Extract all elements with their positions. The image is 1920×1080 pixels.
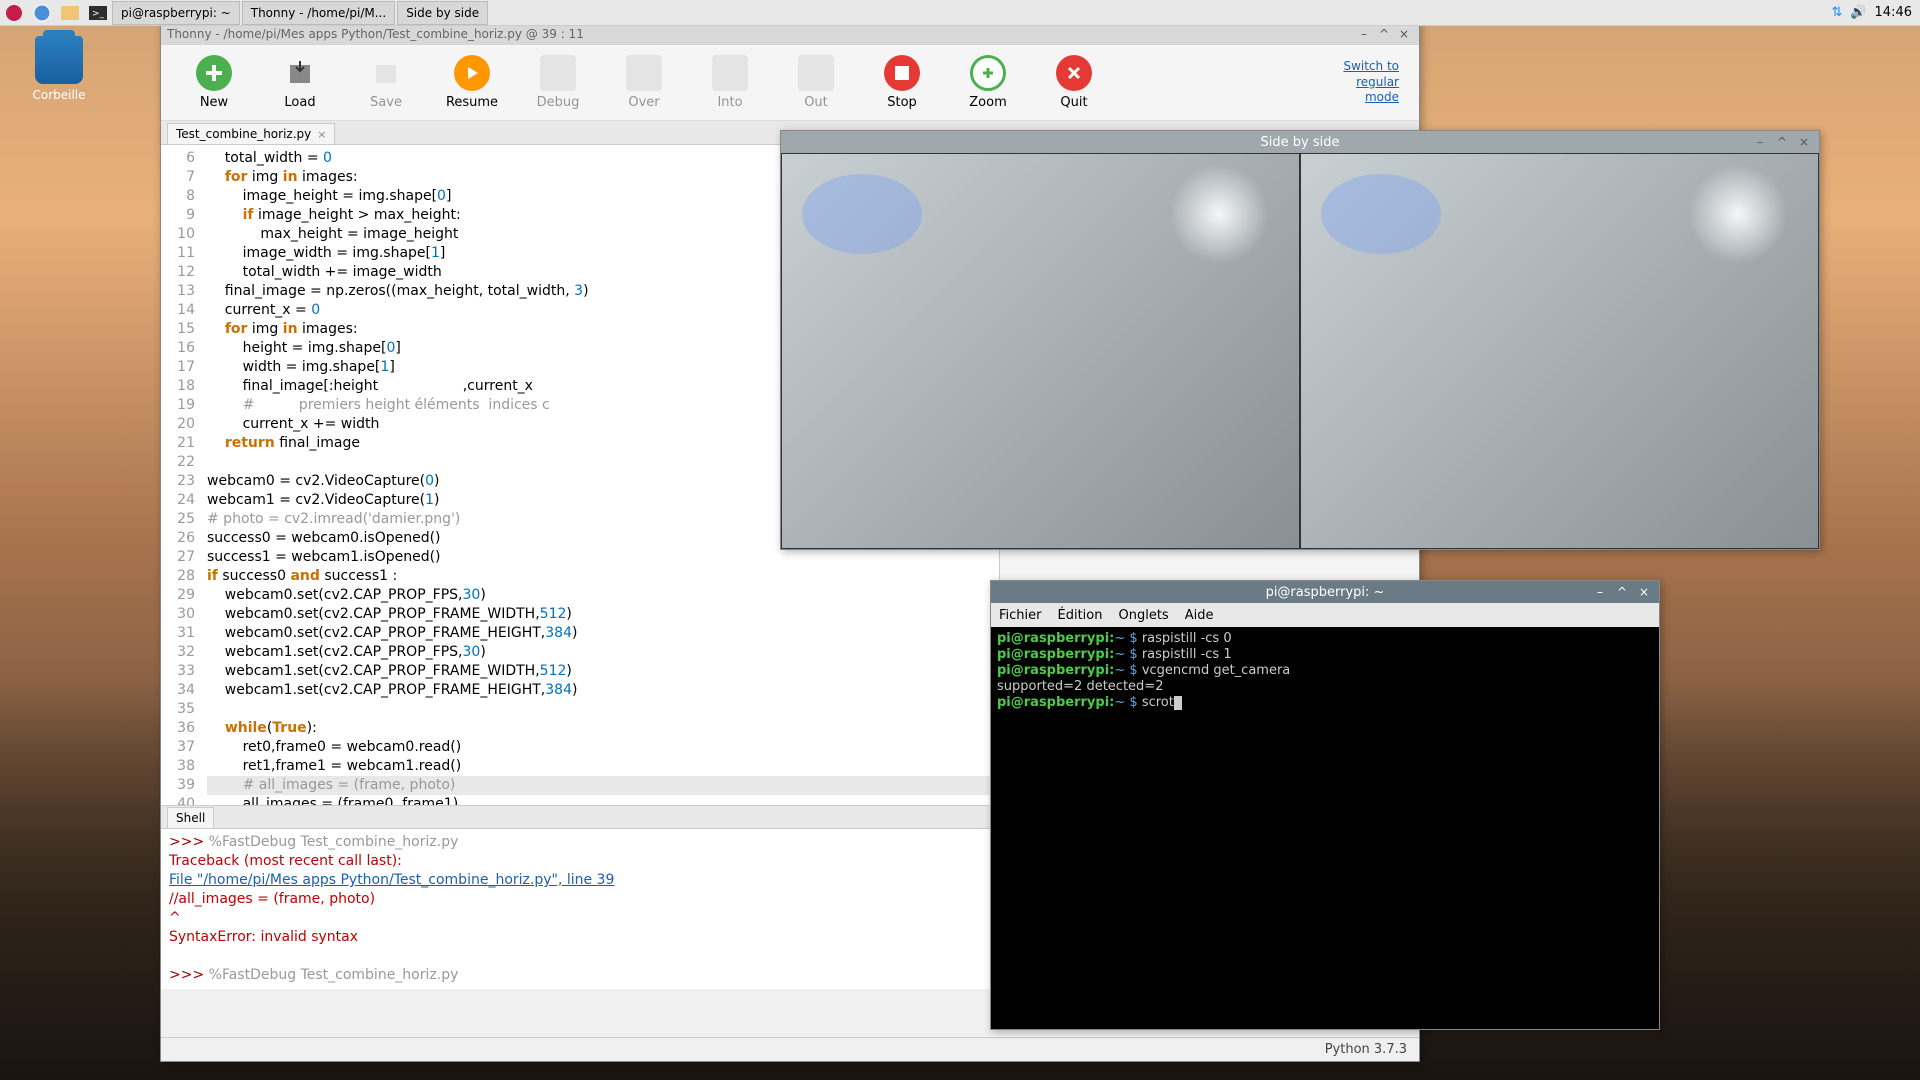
trash-desktop-icon[interactable]: Corbeille <box>24 36 94 102</box>
taskbar-app-sidebyside[interactable]: Side by side <box>397 1 488 25</box>
menu-tabs[interactable]: Onglets <box>1118 608 1168 623</box>
maximize-button[interactable]: ^ <box>1375 26 1393 42</box>
into-button: Into <box>687 49 773 117</box>
zoom-button[interactable]: Zoom <box>945 49 1031 117</box>
terminal-title: pi@raspberrypi: ~ <box>1266 585 1385 600</box>
sbs-minimize-button[interactable]: – <box>1751 134 1769 150</box>
quit-button[interactable]: Quit <box>1031 49 1117 117</box>
save-button: Save <box>343 49 429 117</box>
sidebyside-title: Side by side <box>1261 135 1340 150</box>
menu-icon[interactable] <box>2 1 26 25</box>
terminal-cursor <box>1174 696 1182 710</box>
trash-label: Corbeille <box>24 88 94 102</box>
tab-close-icon[interactable]: × <box>317 128 326 141</box>
line-gutter: 6789101112131415161718192021222324252627… <box>161 145 203 805</box>
menu-file[interactable]: Fichier <box>999 608 1042 623</box>
window-title: Thonny - /home/pi/Mes apps Python/Test_c… <box>167 27 584 41</box>
sidebyside-titlebar[interactable]: Side by side – ^ × <box>781 131 1819 153</box>
taskbar-app-thonny[interactable]: Thonny - /home/pi/M... <box>242 1 395 25</box>
menu-help[interactable]: Aide <box>1185 608 1214 623</box>
term-close-button[interactable]: × <box>1635 584 1653 600</box>
load-button[interactable]: Load <box>257 49 343 117</box>
thonny-titlebar[interactable]: Thonny - /home/pi/Mes apps Python/Test_c… <box>161 23 1419 45</box>
menu-edit[interactable]: Édition <box>1058 608 1103 623</box>
files-icon[interactable] <box>58 1 82 25</box>
debug-button: Debug <box>515 49 601 117</box>
term-maximize-button[interactable]: ^ <box>1613 584 1631 600</box>
taskbar: >_ pi@raspberrypi: ~ Thonny - /home/pi/M… <box>0 0 1920 26</box>
out-button: Out <box>773 49 859 117</box>
web-icon[interactable] <box>30 1 54 25</box>
tab-label: Test_combine_horiz.py <box>176 127 311 141</box>
sidebyside-window: Side by side – ^ × <box>780 130 1820 550</box>
term-minimize-button[interactable]: – <box>1591 584 1609 600</box>
terminal-menubar: Fichier Édition Onglets Aide <box>991 603 1659 627</box>
resume-button[interactable]: Resume <box>429 49 515 117</box>
terminal-titlebar[interactable]: pi@raspberrypi: ~ – ^ × <box>991 581 1659 603</box>
shell-tab[interactable]: Shell <box>167 807 214 828</box>
thonny-toolbar: New Load Save Resume Debug Over Into Out… <box>161 45 1419 121</box>
sbs-close-button[interactable]: × <box>1795 134 1813 150</box>
sbs-maximize-button[interactable]: ^ <box>1773 134 1791 150</box>
camera-1-image <box>1300 153 1819 549</box>
stop-button[interactable]: Stop <box>859 49 945 117</box>
volume-icon[interactable]: 🔊 <box>1850 5 1866 20</box>
clock[interactable]: 14:46 <box>1875 5 1912 20</box>
network-icon[interactable]: ⇅ <box>1831 5 1842 20</box>
taskbar-app-terminal[interactable]: pi@raspberrypi: ~ <box>112 1 240 25</box>
terminal-window: pi@raspberrypi: ~ – ^ × Fichier Édition … <box>990 580 1660 1030</box>
trash-icon <box>35 36 83 84</box>
python-version: Python 3.7.3 <box>1325 1042 1407 1057</box>
camera-view <box>781 153 1819 549</box>
statusbar: Python 3.7.3 <box>161 1037 1419 1061</box>
camera-0-image <box>781 153 1300 549</box>
terminal-icon[interactable]: >_ <box>86 1 110 25</box>
new-button[interactable]: New <box>171 49 257 117</box>
close-button[interactable]: × <box>1395 26 1413 42</box>
over-button: Over <box>601 49 687 117</box>
svg-text:>_: >_ <box>92 9 105 19</box>
terminal-body[interactable]: pi@raspberrypi:~ $ raspistill -cs 0 pi@r… <box>991 627 1659 1029</box>
switch-mode-link[interactable]: Switch to regular mode <box>1343 59 1409 106</box>
editor-tab[interactable]: Test_combine_horiz.py × <box>167 123 335 144</box>
minimize-button[interactable]: – <box>1355 26 1373 42</box>
